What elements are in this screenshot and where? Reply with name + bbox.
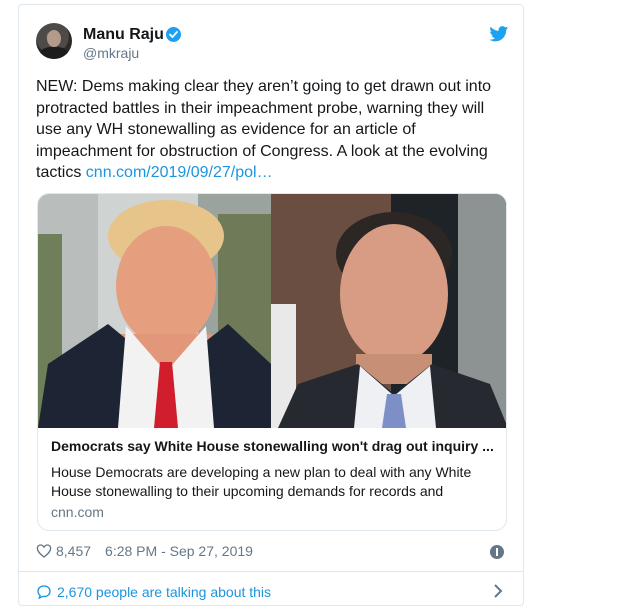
comment-bubble-icon	[37, 585, 51, 600]
conversation-link[interactable]: 2,670 people are talking about this	[36, 584, 271, 600]
heart-icon[interactable]	[36, 543, 52, 559]
chevron-right-icon[interactable]	[491, 583, 505, 599]
card-title[interactable]: Democrats say White House stonewalling w…	[51, 438, 495, 454]
like-count[interactable]: 8,457	[56, 543, 91, 559]
timestamp[interactable]: 6:28 PM - Sep 27, 2019	[105, 543, 253, 559]
tweet-link[interactable]: cnn.com/2019/09/27/pol…	[86, 164, 273, 181]
tweet-embed: Manu Raju @mkraju NEW: Dems making clear…	[18, 4, 524, 606]
twitter-bird-icon[interactable]	[489, 26, 509, 42]
avatar[interactable]	[36, 23, 72, 59]
verified-icon	[166, 27, 181, 42]
info-icon[interactable]	[490, 545, 504, 559]
author-handle[interactable]: @mkraju	[83, 45, 139, 61]
tweet-meta: 8,457 6:28 PM - Sep 27, 2019	[36, 543, 253, 559]
conversation-text[interactable]: 2,670 people are talking about this	[57, 584, 271, 600]
author-name[interactable]: Manu Raju	[83, 25, 164, 44]
card-description: House Democrats are developing a new pla…	[51, 464, 472, 499]
link-card[interactable]: Democrats say White House stonewalling w…	[37, 193, 507, 531]
tweet-text: NEW: Dems making clear they aren’t going…	[36, 76, 511, 184]
divider	[19, 571, 523, 572]
card-domain: cnn.com	[51, 504, 104, 520]
card-image	[38, 194, 506, 428]
